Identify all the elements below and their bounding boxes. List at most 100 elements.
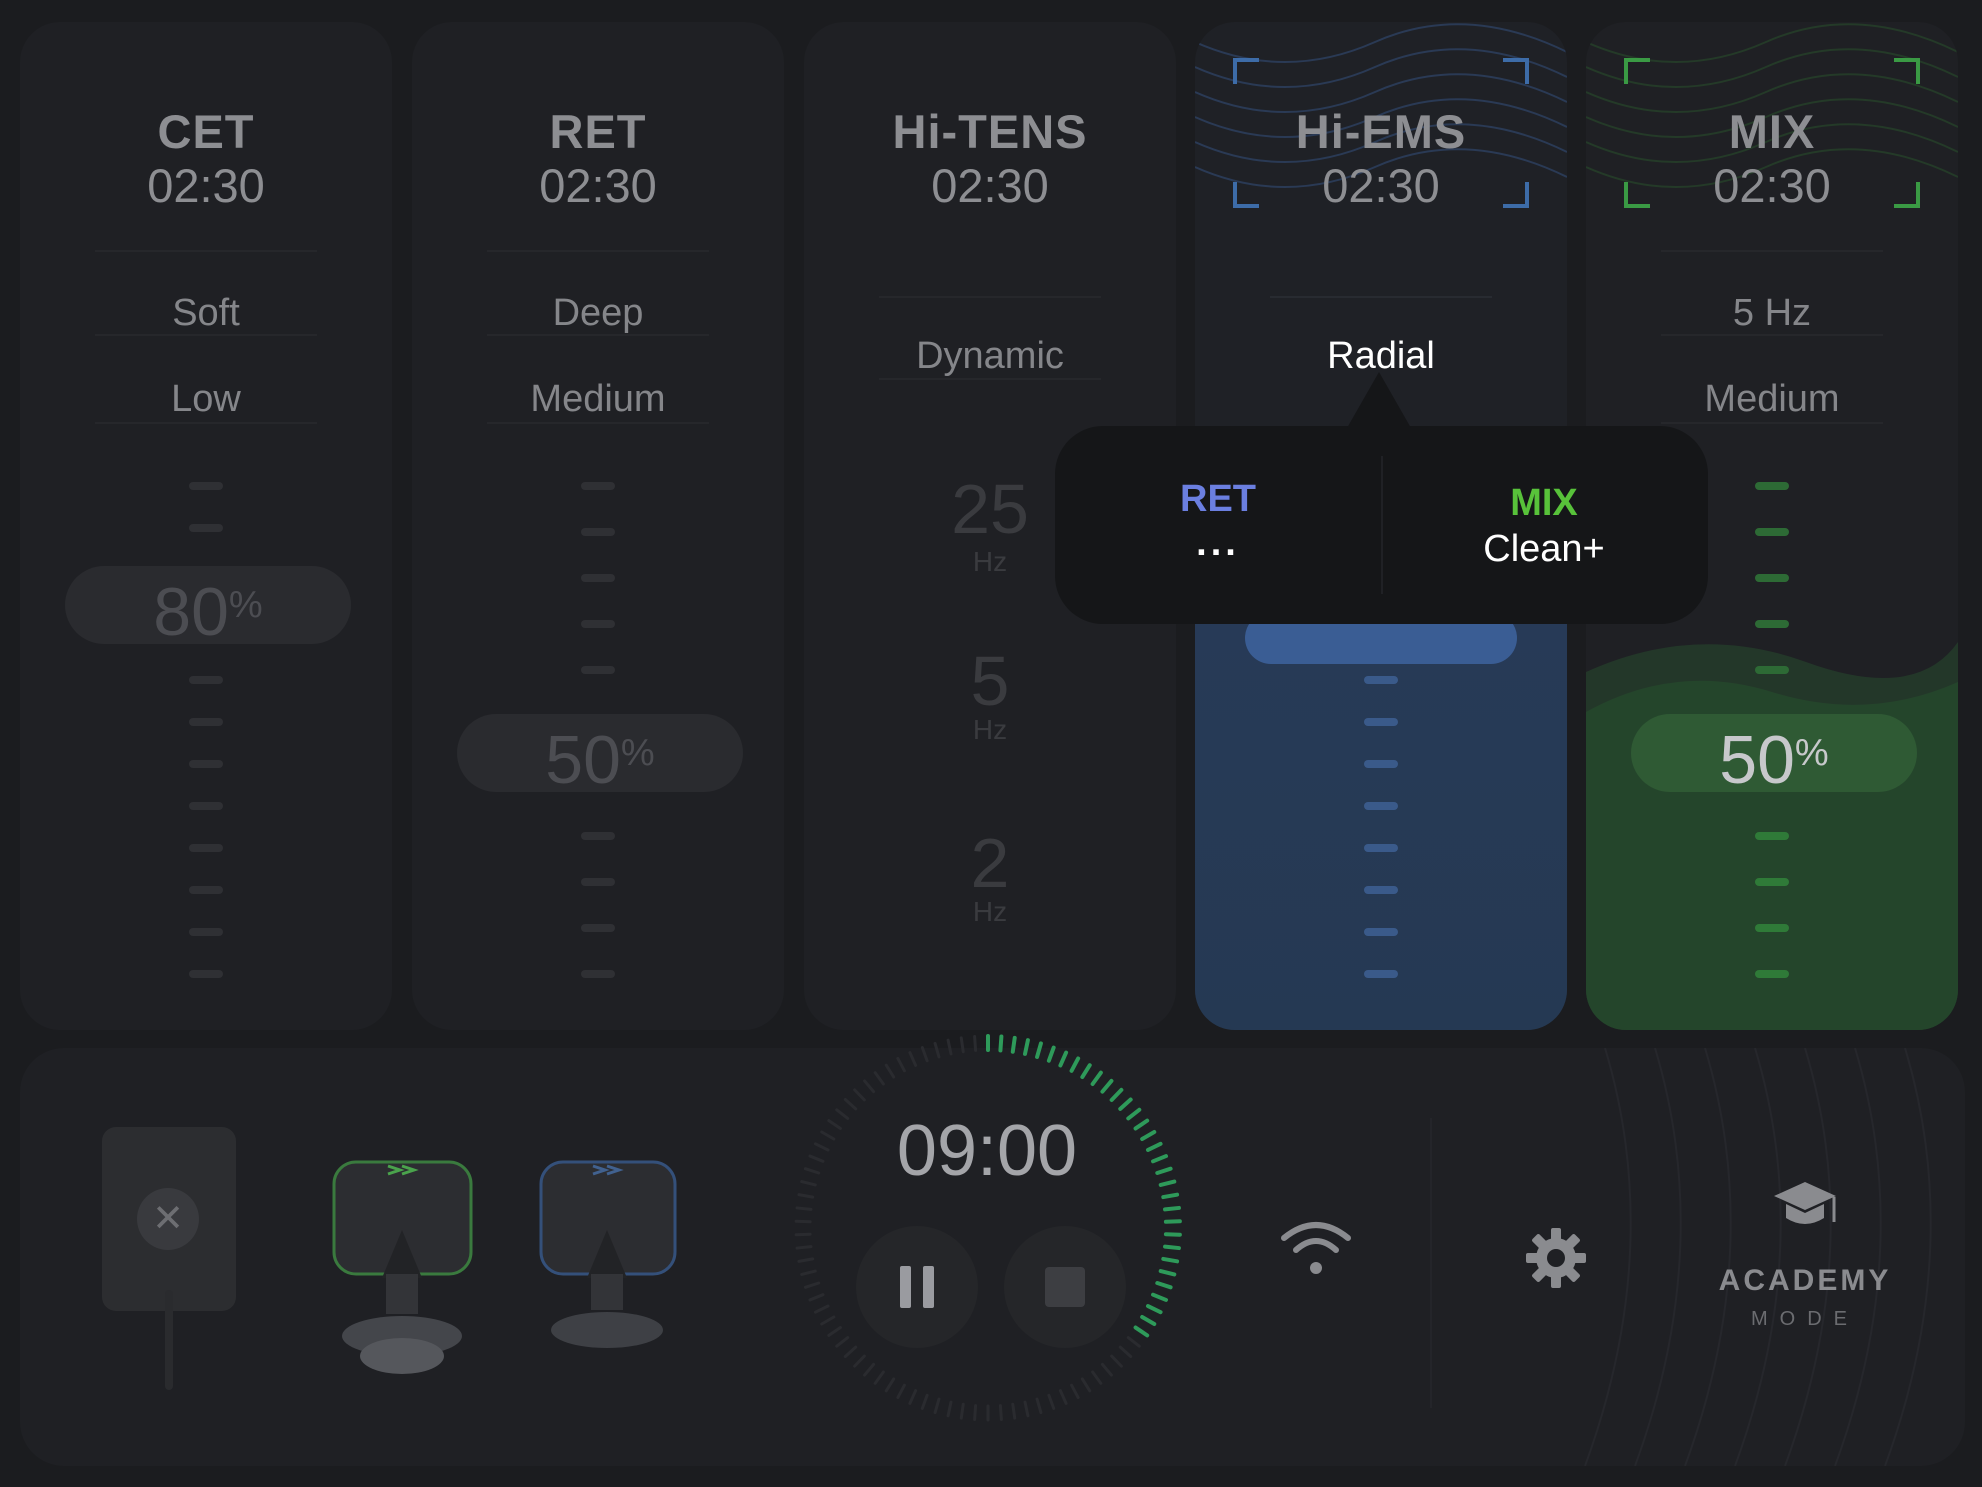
timer-tick [1091, 1370, 1103, 1385]
timer-tick [800, 1269, 817, 1276]
slider-tick [581, 970, 615, 978]
slider-tick [189, 482, 223, 490]
timer-tick [797, 1257, 815, 1263]
slider-tick [189, 886, 223, 894]
timer-tick [973, 1404, 978, 1422]
timer-tick-active [1158, 1179, 1177, 1187]
timer-tick [795, 1245, 813, 1250]
timer-tick-active [1109, 1087, 1124, 1102]
focus-bracket [1624, 58, 1650, 84]
divider [95, 334, 317, 336]
timer-tick-active [1046, 1045, 1056, 1063]
pad-remove-icon[interactable]: ✕ [137, 1188, 199, 1250]
stop-icon [1045, 1267, 1085, 1307]
timer-tick-active [1035, 1041, 1043, 1059]
wifi-icon[interactable] [1280, 1218, 1352, 1278]
timer-tick [813, 1304, 830, 1314]
slider-tick [1364, 844, 1398, 852]
slider-tick [1364, 886, 1398, 894]
option-intensity-level[interactable]: Medium [1586, 378, 1958, 421]
timer-tick-active [1058, 1050, 1069, 1068]
timer-tick-active [1161, 1256, 1180, 1264]
option-intensity-level[interactable]: Medium [412, 378, 784, 421]
slider-tick [189, 928, 223, 936]
intensity-number: 50 [545, 722, 621, 798]
pause-button[interactable] [856, 1226, 978, 1348]
option-intensity-level[interactable]: Low [20, 378, 392, 421]
option-frequency[interactable]: 5 Hz [1586, 292, 1958, 335]
intensity-value[interactable]: 50% [1631, 714, 1917, 798]
applicator-blue-icon[interactable] [537, 1160, 682, 1360]
timer-tick [959, 1402, 965, 1420]
popup-option-mode: MIX [1510, 482, 1578, 524]
timer-tick [873, 1071, 885, 1086]
slider-tick [1755, 924, 1789, 932]
timer-tick [884, 1377, 896, 1393]
timer-tick [803, 1167, 821, 1175]
slider-tick [189, 802, 223, 810]
gear-icon[interactable] [1524, 1226, 1588, 1290]
timer-tick [1070, 1383, 1080, 1400]
option-mode[interactable]: Dynamic [804, 335, 1176, 378]
academy-mode-subtitle: MODE [1751, 1308, 1859, 1330]
stop-button[interactable] [1004, 1226, 1126, 1348]
timer-tick [896, 1056, 906, 1073]
divider [487, 334, 709, 336]
timer-tick [795, 1206, 813, 1211]
applicator-green-icon[interactable] [330, 1160, 475, 1380]
timer-tick [853, 1354, 866, 1368]
timer-tick [946, 1400, 953, 1418]
slider-tick [581, 924, 615, 932]
popup-option-ret[interactable]: RET ... [1055, 426, 1381, 624]
timer-tick-active [1163, 1205, 1181, 1212]
panel-time: 02:30 [539, 159, 657, 212]
timer-tick-active [1155, 1166, 1173, 1175]
frequency-value[interactable]: 2 [804, 828, 1176, 898]
slider-tick [1755, 970, 1789, 978]
slider-tick [581, 666, 615, 674]
intensity-value[interactable]: 50% [457, 714, 743, 798]
panel-time: 02:30 [1322, 159, 1440, 212]
slider-tick [581, 482, 615, 490]
timer-tick [1011, 1402, 1017, 1420]
slider-tick [1755, 666, 1789, 674]
timer-tick-active [1151, 1154, 1169, 1164]
academy-mode-title: ACADEMY [1718, 1264, 1892, 1297]
timer-tick-active [1080, 1063, 1092, 1080]
timer-tick [843, 1098, 858, 1111]
divider [95, 422, 317, 424]
option-head[interactable]: Deep [412, 292, 784, 335]
slider-tick [1755, 482, 1789, 490]
panel-title: MIX [1728, 105, 1816, 158]
popup-option-mix[interactable]: MIX Clean+ [1381, 426, 1707, 624]
popup-option-sub: ... [1196, 522, 1240, 564]
percent-sign: % [1794, 732, 1829, 774]
timer-tick-active [1155, 1281, 1173, 1290]
timer-tick [803, 1281, 821, 1289]
slider-tick [581, 528, 615, 536]
timer-tick-active [1100, 1078, 1114, 1094]
slider-tick [1755, 574, 1789, 582]
graduation-cap-icon [1772, 1180, 1838, 1232]
focus-bracket [1894, 58, 1920, 84]
slider-tick [189, 844, 223, 852]
slider-tick [1755, 878, 1789, 886]
panel-title: RET [549, 105, 647, 158]
slider-tick [189, 718, 223, 726]
slider-tick [1755, 528, 1789, 536]
timer-tick [1058, 1389, 1068, 1405]
timer-tick [1100, 1362, 1113, 1377]
option-head[interactable]: Soft [20, 292, 392, 335]
timer-tick [873, 1370, 885, 1385]
divider [879, 296, 1101, 298]
percent-sign: % [228, 584, 263, 626]
mode-panel-ret[interactable]: RET 02:30 Deep Medium 50% [412, 22, 784, 1030]
frequency-value[interactable]: 5 [804, 646, 1176, 716]
timer-tick [1023, 1400, 1030, 1418]
session-timer: 09:00 [896, 1111, 1078, 1191]
divider [487, 422, 709, 424]
slider-tick [581, 574, 615, 582]
mode-panel-cet[interactable]: CET 02:30 Soft Low 80% [20, 22, 392, 1030]
intensity-value[interactable]: 80% [65, 566, 351, 650]
pause-icon-bar [923, 1266, 934, 1308]
